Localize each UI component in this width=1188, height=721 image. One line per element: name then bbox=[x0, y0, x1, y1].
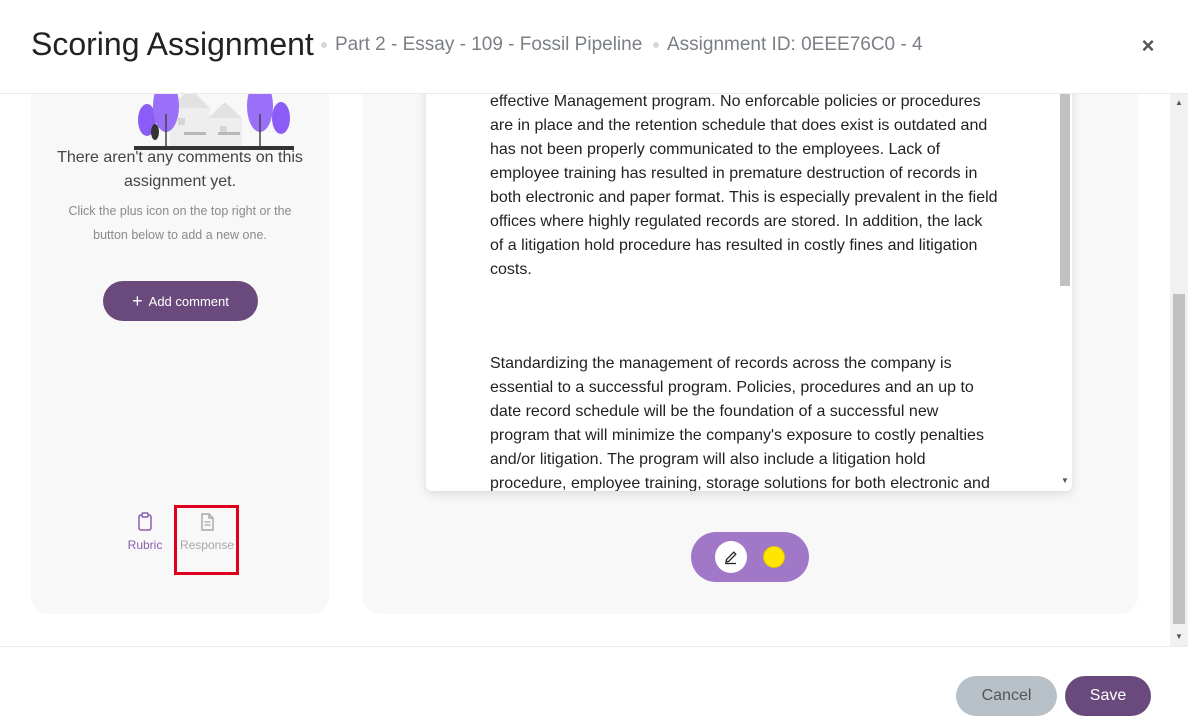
save-button[interactable]: Save bbox=[1065, 676, 1151, 716]
highlight-color-swatch[interactable] bbox=[763, 546, 785, 568]
add-comment-label: Add comment bbox=[148, 293, 229, 309]
separator-dot bbox=[653, 42, 659, 48]
scroll-down-icon[interactable]: ▼ bbox=[1174, 632, 1184, 642]
separator-dot bbox=[321, 42, 327, 48]
breadcrumb-assignment-id: Assignment ID: 0EEE76C0 - 4 bbox=[667, 34, 923, 55]
add-comment-button[interactable]: + Add comment bbox=[103, 281, 258, 321]
breadcrumb-part: Part 2 - Essay - 109 - Fossil Pipeline bbox=[335, 34, 643, 55]
page-title: Scoring Assignment bbox=[31, 26, 314, 62]
response-panel: effective Management program. No enforca… bbox=[362, 94, 1138, 614]
empty-comments-title: There aren't any comments on this assign… bbox=[57, 149, 303, 190]
modal-footer: Cancel Save bbox=[0, 646, 1188, 721]
scroll-down-icon[interactable]: ▼ bbox=[1060, 476, 1070, 486]
modal-scrollbar[interactable]: ▲ ▼ bbox=[1170, 94, 1188, 646]
clipboard-icon bbox=[138, 512, 152, 531]
modal-header: Scoring Assignment Part 2 - Essay - 109 … bbox=[0, 0, 1188, 94]
cancel-button[interactable]: Cancel bbox=[956, 676, 1057, 716]
empty-comments-hint: Click the plus icon on the top right or … bbox=[68, 204, 292, 242]
response-paragraph: Standardizing the management of records … bbox=[490, 355, 990, 491]
scoring-modal: Scoring Assignment Part 2 - Essay - 109 … bbox=[0, 0, 1188, 721]
annotation-toolbar bbox=[691, 532, 809, 582]
response-document[interactable]: effective Management program. No enforca… bbox=[426, 94, 1072, 491]
response-paragraph: effective Management program. No enforca… bbox=[490, 94, 998, 278]
tab-rubric-label: Rubric bbox=[127, 538, 163, 552]
pencil-glyph bbox=[725, 551, 737, 565]
plus-icon: + bbox=[132, 291, 143, 311]
modal-body: There aren't any comments on this assign… bbox=[0, 94, 1170, 646]
close-icon[interactable]: × bbox=[1138, 35, 1158, 57]
annotation-highlight-box bbox=[174, 505, 239, 575]
modal-scrollbar-thumb[interactable] bbox=[1173, 294, 1185, 624]
tab-rubric[interactable]: Rubric bbox=[115, 512, 175, 552]
pencil-icon[interactable] bbox=[715, 541, 747, 573]
document-scrollbar-thumb[interactable] bbox=[1060, 94, 1070, 286]
scroll-up-icon[interactable]: ▲ bbox=[1174, 98, 1184, 108]
comments-panel: There aren't any comments on this assign… bbox=[31, 94, 329, 614]
